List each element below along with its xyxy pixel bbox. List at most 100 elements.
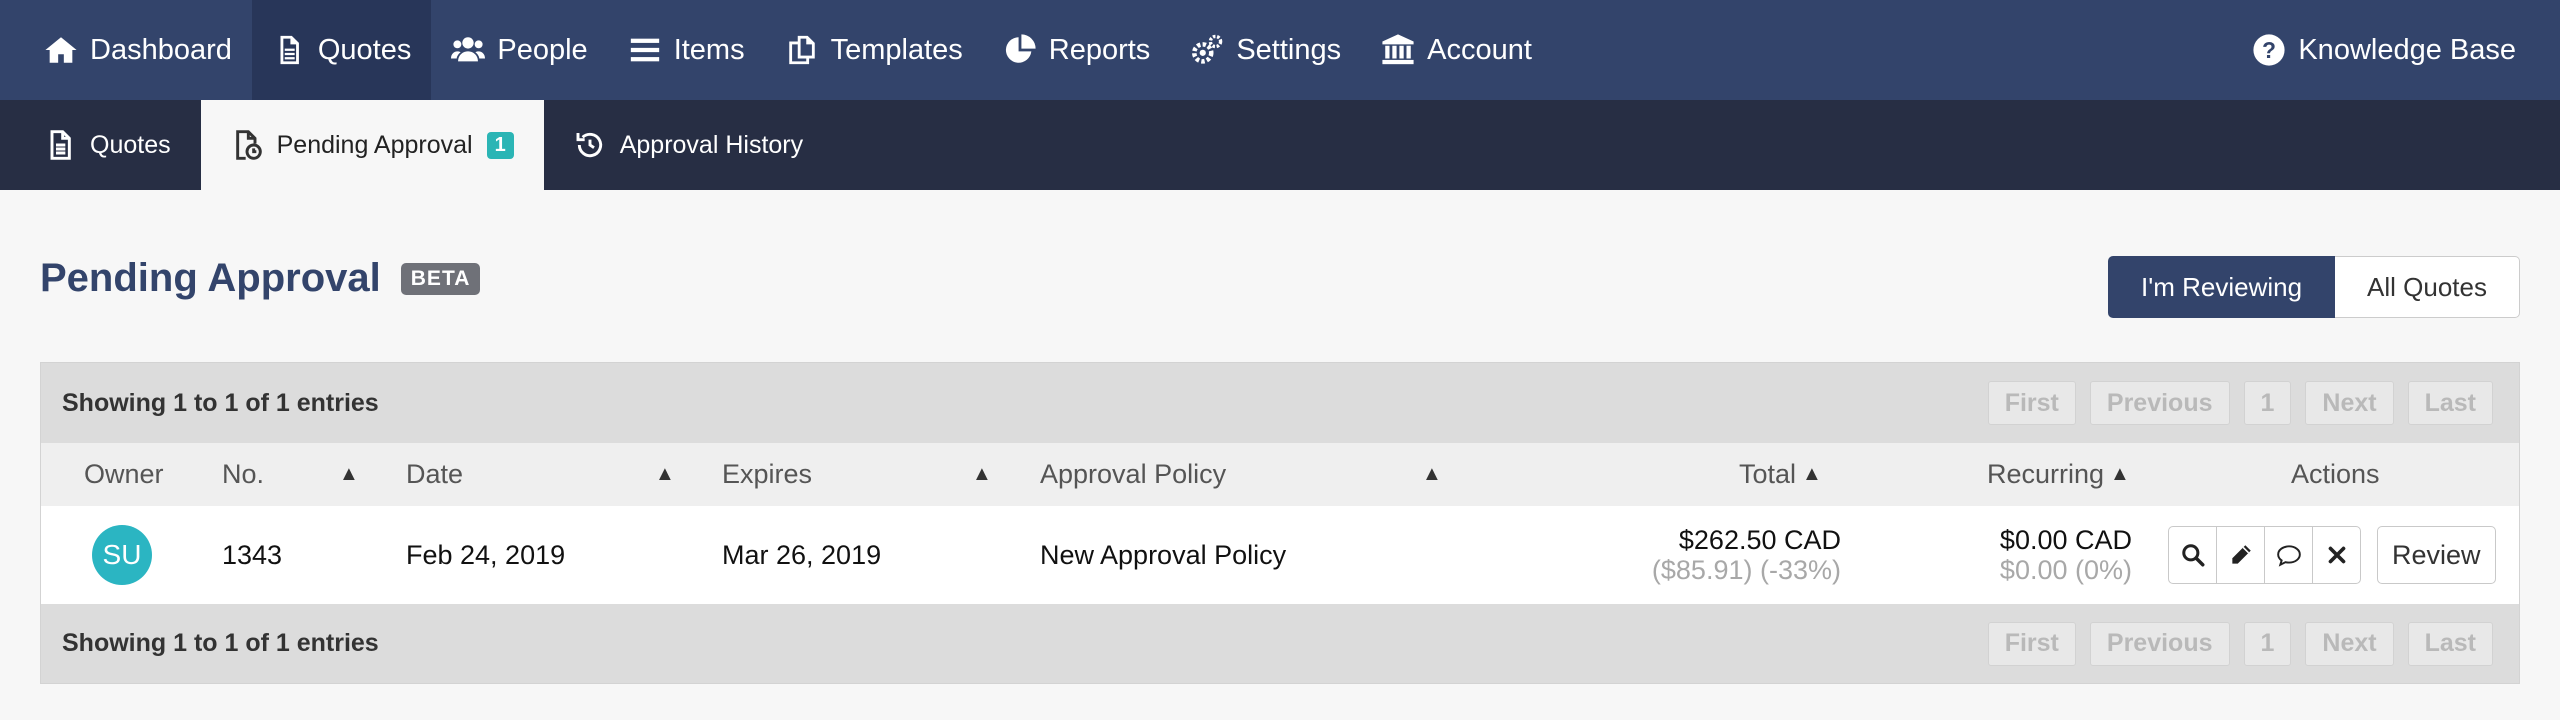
bank-icon [1382, 34, 1414, 65]
view-button[interactable] [2168, 526, 2217, 584]
knowledge-base-link[interactable]: ? Knowledge Base [2232, 33, 2536, 67]
next-page-button[interactable]: Next [2305, 381, 2394, 425]
nav-label: Quotes [317, 33, 412, 66]
comment-button[interactable] [2264, 526, 2313, 584]
table-bottom-bar: Showing 1 to 1 of 1 entries First Previo… [41, 604, 2519, 683]
table-row: SU 1343 Feb 24, 2019 Mar 26, 2019 New Ap… [41, 506, 2519, 604]
action-buttons [2168, 526, 2361, 584]
nav-label: Items [673, 33, 745, 66]
users-icon [451, 37, 486, 62]
col-approval-policy[interactable]: Approval Policy [1040, 443, 1226, 506]
recurring-amount: $0.00 CAD [1999, 525, 2132, 555]
im-reviewing-button[interactable]: I'm Reviewing [2108, 256, 2336, 318]
pending-count-badge: 1 [486, 131, 514, 159]
entries-info: Showing 1 to 1 of 1 entries [62, 388, 379, 417]
quotes-table: Showing 1 to 1 of 1 entries First Previo… [40, 362, 2520, 684]
history-icon [576, 132, 602, 158]
top-nav: Dashboard Quotes People Items Templates … [0, 0, 2560, 100]
total-cell: $262.50 CAD ($85.91) (-33%) [1652, 506, 1841, 604]
review-button[interactable]: Review [2377, 526, 2496, 584]
all-quotes-button[interactable]: All Quotes [2335, 256, 2520, 318]
quote-expires: Mar 26, 2019 [722, 539, 882, 570]
nav-people[interactable]: People [431, 0, 607, 100]
quote-number: 1343 [222, 539, 283, 570]
actions-cell: Review [2168, 506, 2496, 604]
view-toggle: I'm Reviewing All Quotes [2108, 256, 2520, 318]
nav-account[interactable]: Account [1361, 0, 1552, 100]
page-title-group: Pending Approval BETA [40, 256, 481, 301]
nav-items[interactable]: Items [608, 0, 765, 100]
page-1-button[interactable]: 1 [2243, 621, 2292, 666]
subnav-quotes-label: Quotes [90, 130, 171, 159]
delete-button[interactable] [2312, 526, 2361, 584]
recurring-cell: $0.00 CAD $0.00 (0%) [2000, 506, 2132, 604]
col-recurring[interactable]: Recurring ▲ [1987, 443, 2130, 506]
comment-icon [2276, 545, 2301, 567]
previous-page-button[interactable]: Previous [2089, 381, 2230, 425]
nav-label: Templates [830, 33, 963, 66]
page-title: Pending Approval [40, 256, 381, 300]
nav-label: Account [1427, 33, 1532, 66]
total-amount: $262.50 CAD [1678, 525, 1841, 555]
document-clock-icon [235, 130, 262, 160]
last-page-button[interactable]: Last [2407, 621, 2493, 666]
next-page-button[interactable]: Next [2305, 621, 2394, 666]
pencil-icon [2231, 545, 2251, 564]
quote-date: Feb 24, 2019 [406, 539, 566, 570]
total-discount: ($85.91) (-33%) [1651, 555, 1841, 585]
nav-templates[interactable]: Templates [765, 0, 983, 100]
subnav-pending-approval[interactable]: Pending Approval 1 [200, 100, 544, 190]
col-date[interactable]: Date [406, 443, 463, 506]
nav-settings[interactable]: Settings [1170, 0, 1361, 100]
col-expires[interactable]: Expires [722, 443, 812, 506]
previous-page-button[interactable]: Previous [2089, 621, 2230, 666]
pagination: First Previous 1 Next Last [1987, 381, 2493, 425]
sub-nav: Quotes Pending Approval 1 Approval Histo… [0, 100, 2560, 190]
pie-chart-icon [1005, 34, 1036, 63]
svg-text:?: ? [2262, 37, 2276, 63]
home-icon [45, 37, 77, 63]
approval-policy: New Approval Policy [1040, 539, 1287, 570]
first-page-button[interactable]: First [1987, 621, 2076, 666]
page-header: Pending Approval BETA I'm Reviewing All … [0, 190, 2560, 362]
subnav-approval-history[interactable]: Approval History [544, 100, 833, 190]
document-icon [280, 35, 299, 65]
sort-asc-icon[interactable]: ▲ [972, 443, 992, 506]
avatar[interactable]: SU [92, 525, 152, 585]
nav-label: Settings [1236, 33, 1342, 66]
nav-label: Reports [1048, 33, 1151, 66]
col-owner[interactable]: Owner [84, 443, 164, 506]
col-actions: Actions [2291, 459, 2380, 489]
nav-dashboard[interactable]: Dashboard [24, 0, 252, 100]
sort-asc-icon[interactable]: ▲ [339, 443, 359, 506]
col-no[interactable]: No. [222, 443, 264, 506]
edit-button[interactable] [2216, 526, 2265, 584]
subnav-quotes[interactable]: Quotes [0, 100, 201, 190]
col-total[interactable]: Total ▲ [1739, 443, 1822, 506]
subnav-pending-label: Pending Approval [276, 130, 473, 159]
close-icon [2328, 546, 2345, 564]
page-1-button[interactable]: 1 [2243, 381, 2292, 425]
entries-info: Showing 1 to 1 of 1 entries [62, 629, 379, 657]
nav-label: People [497, 33, 588, 66]
subnav-history-label: Approval History [619, 130, 804, 159]
knowledge-base-label: Knowledge Base [2298, 33, 2516, 66]
copy-icon [788, 35, 815, 65]
col-recurring-label: Recurring [1987, 459, 2105, 489]
help-circle-icon: ? [2253, 34, 2285, 66]
nav-label: Dashboard [90, 33, 232, 66]
sort-asc-icon: ▲ [2110, 463, 2130, 485]
sort-asc-icon[interactable]: ▲ [655, 443, 675, 506]
table-top-bar: Showing 1 to 1 of 1 entries First Previo… [41, 363, 2519, 443]
search-icon [2181, 544, 2204, 567]
col-total-label: Total [1739, 459, 1797, 489]
nav-reports[interactable]: Reports [983, 0, 1171, 100]
nav-quotes[interactable]: Quotes [251, 0, 432, 100]
last-page-button[interactable]: Last [2407, 381, 2493, 425]
list-icon [630, 38, 659, 62]
gears-icon [1192, 34, 1223, 64]
recurring-discount: $0.00 (0%) [1999, 555, 2132, 585]
first-page-button[interactable]: First [1987, 381, 2076, 425]
owner-cell: SU [92, 506, 152, 604]
sort-asc-icon[interactable]: ▲ [1422, 443, 1442, 506]
